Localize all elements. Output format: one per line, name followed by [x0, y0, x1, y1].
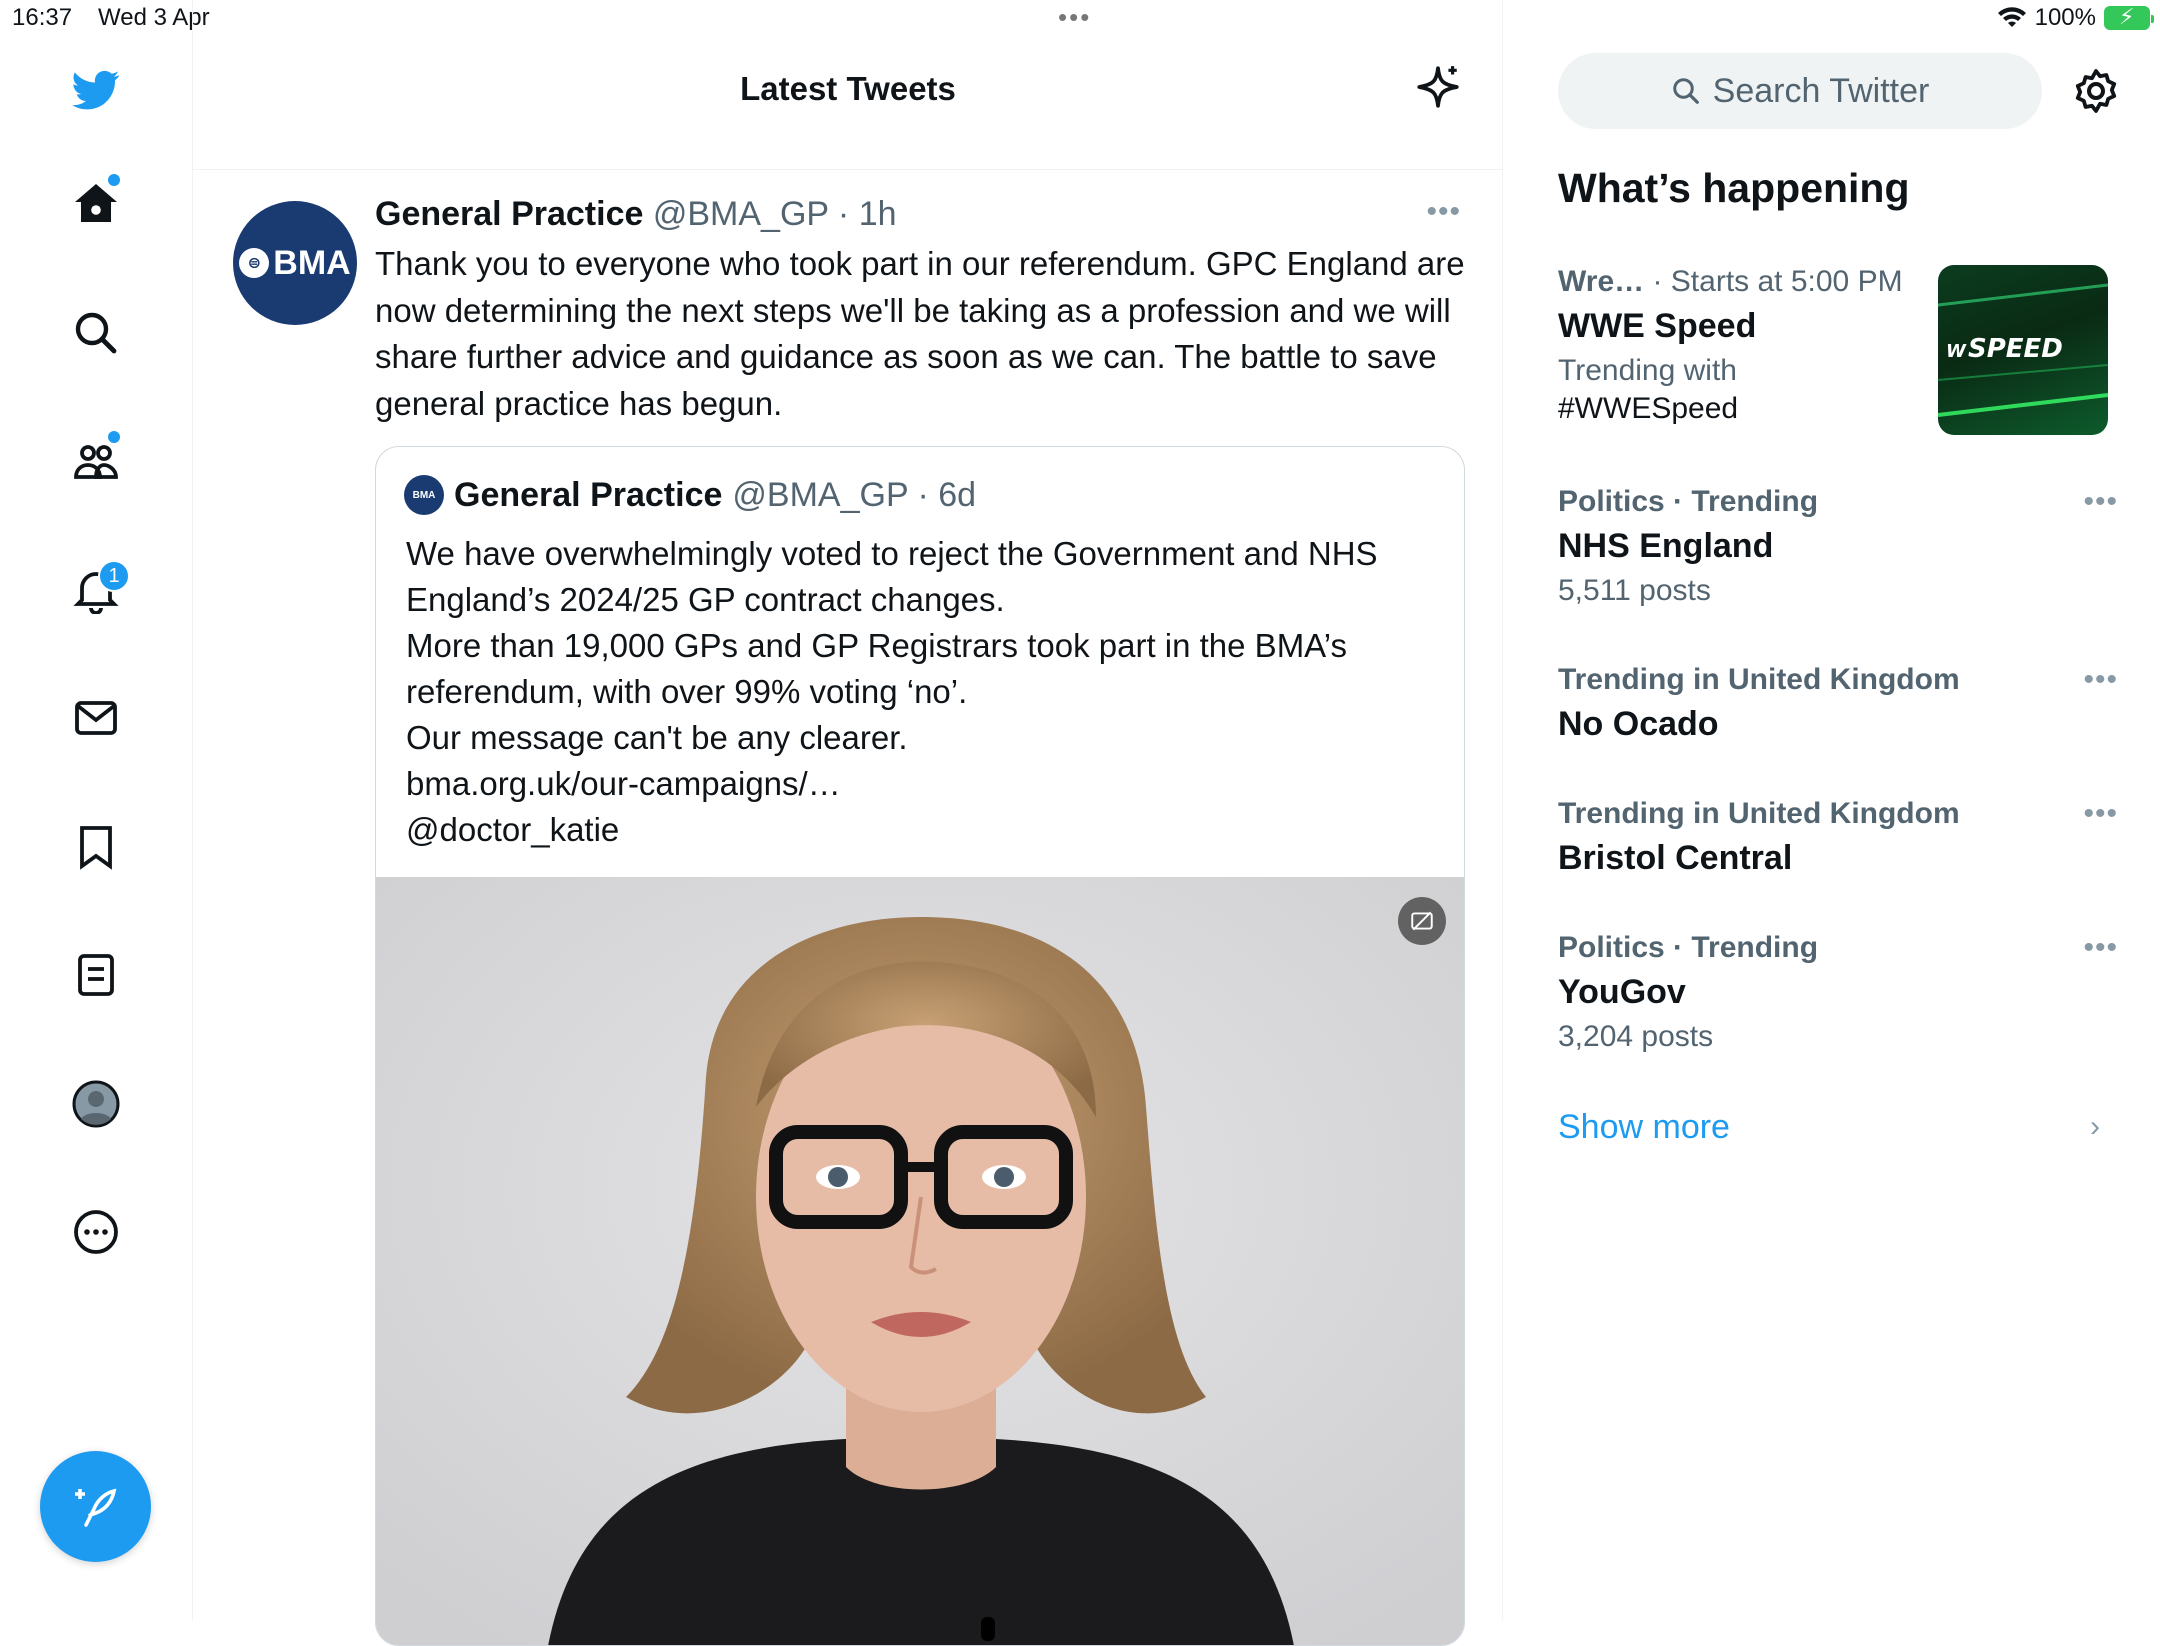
video-media[interactable]	[376, 877, 1464, 1645]
trend-title: YouGov	[1558, 973, 1686, 1011]
bma-logo-icon: ⊜	[239, 248, 270, 278]
sparkle-icon[interactable]	[1413, 62, 1463, 112]
wwe-image-text: SPEED	[1968, 334, 2063, 364]
quoted-mention[interactable]: @doctor_katie	[406, 807, 1436, 853]
quoted-tweet-handle: @BMA_GP · 6d	[732, 476, 976, 515]
search-icon[interactable]	[60, 297, 132, 369]
timeline-header: Latest Tweets	[193, 40, 1503, 170]
quoted-time: 6d	[938, 475, 977, 514]
trend-start-time: · Starts at 5:00 PM	[1644, 265, 1903, 298]
tweet-time[interactable]: 1h	[859, 195, 897, 233]
tweet-author-avatar[interactable]: ⊜ BMA	[233, 201, 357, 325]
trend-post-count: 3,204 posts	[1558, 1020, 1714, 1053]
tweet-author-name[interactable]: General Practice	[375, 195, 643, 233]
communities-icon[interactable]	[60, 425, 132, 497]
right-sidebar: Search Twitter What’s happening Wre… · S…	[1504, 0, 2160, 1620]
timeline: Latest Tweets ⊜ BMA General Practice @BM…	[193, 0, 1503, 1646]
trend-meta: Politics · Trending	[1558, 485, 2118, 519]
profile-avatar-icon[interactable]	[60, 1068, 132, 1140]
trend-meta-text: Trending in United Kingdom	[1558, 663, 1960, 696]
quoted-tweet-author-name: General Practice	[454, 475, 723, 514]
tweet-text: Thank you to everyone who took part in o…	[375, 245, 1465, 422]
quoted-tweet-text: We have overwhelmingly voted to reject t…	[406, 531, 1436, 853]
trend-meta-text: Trending in United Kingdom	[1558, 797, 1960, 830]
compose-tweet-button[interactable]	[40, 1451, 151, 1562]
trend-meta-text: Politics · Trending	[1558, 931, 1819, 964]
notifications-icon[interactable]: 1	[60, 554, 132, 626]
trend-more-icon[interactable]: •••	[2083, 663, 2118, 697]
tweet[interactable]: ⊜ BMA General Practice @BMA_GP · 1h ••• …	[193, 171, 1503, 1646]
trend-meta: Politics · Trending	[1558, 931, 2118, 965]
left-nav: 1	[0, 0, 193, 1620]
bookmarks-icon[interactable]	[60, 811, 132, 883]
tweet-author-handle[interactable]: @BMA_GP	[653, 195, 829, 233]
page-title: Latest Tweets	[740, 70, 956, 107]
quoted-tweet-header: BMA General Practice @BMA_GP · 6d	[404, 475, 976, 515]
trend-title: NHS England	[1558, 527, 1774, 565]
tweet-more-icon[interactable]: •••	[1426, 195, 1461, 229]
trend-title: No Ocado	[1558, 705, 1719, 743]
tweet-separator: ·	[828, 195, 859, 233]
quoted-separator: ·	[908, 475, 939, 514]
quoted-link[interactable]: bma.org.uk/our-campaigns/…	[406, 761, 1436, 807]
trend-category: Wre…	[1558, 265, 1645, 298]
trend-post-count: 5,511 posts	[1558, 574, 1711, 607]
trend-meta: Wre… · Starts at 5:00 PM	[1558, 265, 1938, 299]
home-unread-dot	[108, 174, 120, 186]
trend-title: WWE Speed	[1558, 307, 1757, 345]
quoted-line: We have overwhelmingly voted to reject t…	[406, 535, 1387, 618]
search-placeholder: Search Twitter	[1712, 71, 1930, 110]
quoted-tweet-avatar: BMA	[404, 475, 444, 515]
trend-item[interactable]: Trending in United Kingdom No Ocado •••	[1558, 663, 2118, 744]
lists-icon[interactable]	[60, 939, 132, 1011]
tweet-header: General Practice @BMA_GP · 1h	[375, 195, 897, 234]
avatar-text: BMA	[273, 243, 351, 282]
quoted-line: More than 19,000 GPs and GP Registrars t…	[406, 627, 1357, 710]
search-input[interactable]: Search Twitter	[1558, 53, 2042, 129]
trend-more-icon[interactable]: •••	[2083, 797, 2118, 831]
quoted-line: Our message can't be any clearer.	[406, 719, 908, 756]
trend-title: Bristol Central	[1558, 839, 1793, 877]
trend-meta-text: Politics · Trending	[1558, 485, 1819, 518]
trend-item[interactable]: Wre… · Starts at 5:00 PM WWE Speed Trend…	[1558, 265, 1938, 426]
whats-happening-heading: What’s happening	[1558, 165, 1910, 211]
twitter-logo-icon[interactable]	[60, 54, 132, 126]
home-icon[interactable]	[60, 168, 132, 240]
trend-hashtag: #WWESpeed	[1558, 392, 1739, 425]
trend-more-icon[interactable]: •••	[2083, 485, 2118, 519]
show-more-link[interactable]: Show more	[1558, 1108, 1730, 1147]
trend-more-icon[interactable]: •••	[2083, 931, 2118, 965]
trend-subtitle: Trending with	[1558, 354, 1737, 387]
trend-meta: Trending in United Kingdom	[1558, 663, 2118, 697]
search-bar-icon	[1672, 78, 1699, 104]
sensitive-media-icon[interactable]	[1398, 897, 1446, 945]
quoted-tweet[interactable]: BMA General Practice @BMA_GP · 6d We hav…	[375, 446, 1465, 1646]
trend-meta: Trending in United Kingdom	[1558, 797, 2118, 831]
wwe-speed-graphic: W SPEED	[1938, 283, 2108, 417]
compose-feather-icon	[74, 1488, 116, 1527]
trend-item[interactable]: Politics · Trending YouGov 3,204 posts •…	[1558, 931, 2118, 1054]
notifications-badge: 1	[98, 560, 130, 592]
trend-item[interactable]: Trending in United Kingdom Bristol Centr…	[1558, 797, 2118, 878]
more-options-icon[interactable]	[60, 1196, 132, 1268]
video-frame-person	[376, 877, 1464, 1645]
svg-text:W: W	[1946, 341, 1967, 362]
trend-item[interactable]: Politics · Trending NHS England 5,511 po…	[1558, 485, 2118, 608]
messages-icon[interactable]	[60, 682, 132, 754]
wwe-speed-thumbnail[interactable]: W SPEED	[1938, 265, 2108, 435]
chevron-right-icon[interactable]: ›	[2090, 1110, 2100, 1144]
settings-gear-icon[interactable]	[2072, 67, 2120, 115]
communities-unread-dot	[108, 431, 120, 443]
quoted-handle-text: @BMA_GP	[732, 475, 909, 514]
